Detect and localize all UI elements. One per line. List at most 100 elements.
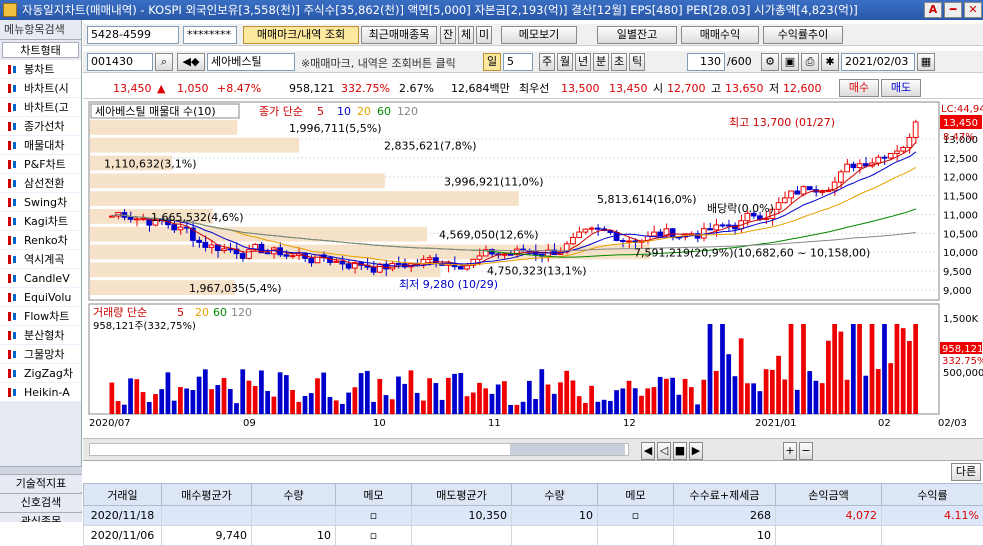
chart-scrollbar[interactable] bbox=[89, 443, 629, 456]
zoom-in-icon[interactable]: + bbox=[783, 442, 797, 460]
table-row[interactable]: 2020/11/069,74010▫10 bbox=[84, 526, 983, 546]
memo-icon[interactable]: ▫ bbox=[370, 509, 377, 522]
search-icon[interactable]: ⌕ bbox=[155, 53, 173, 71]
sidebar-item-6[interactable]: 삼선전환 bbox=[0, 174, 81, 193]
signal-search-tab[interactable]: 신호검색 bbox=[0, 493, 82, 511]
sidebar-scrollbar[interactable] bbox=[0, 466, 82, 474]
period-3[interactable]: 분 bbox=[593, 53, 609, 71]
candle-body bbox=[203, 242, 208, 247]
sidebar-item-2[interactable]: 바차트(고 bbox=[0, 98, 81, 117]
sidebar-item-12[interactable]: EquiVolu bbox=[0, 288, 81, 307]
speaker-icon[interactable]: ◀◆ bbox=[177, 53, 205, 71]
sidebar-item-0[interactable]: 봉차트 bbox=[0, 60, 81, 79]
memo-icon[interactable]: ▫ bbox=[632, 509, 639, 522]
best-bid: 13,450 bbox=[609, 81, 648, 96]
memo-view-button[interactable]: 메모보기 bbox=[501, 26, 577, 44]
sidebar-item-14[interactable]: 분산형차 bbox=[0, 326, 81, 345]
column-header[interactable]: 메모 bbox=[336, 484, 412, 506]
settings-icon[interactable]: ⚙ bbox=[761, 53, 779, 71]
volume-bar bbox=[483, 388, 488, 414]
period-1[interactable]: 월 bbox=[557, 53, 573, 71]
period-0[interactable]: 주 bbox=[539, 53, 555, 71]
sidebar-item-4[interactable]: 매물대차 bbox=[0, 136, 81, 155]
price-chart[interactable]: 13,00012,50012,00011,50011,00010,50010,0… bbox=[83, 100, 983, 438]
volume-bar bbox=[533, 399, 538, 414]
volume-bar bbox=[427, 378, 432, 414]
sell-button[interactable]: 매도 bbox=[881, 79, 921, 97]
candle-body bbox=[627, 241, 632, 242]
column-header[interactable]: 매도평균가 bbox=[412, 484, 512, 506]
period-4[interactable]: 초 bbox=[611, 53, 627, 71]
candle-body bbox=[346, 264, 351, 268]
column-header[interactable]: 수익률 bbox=[882, 484, 983, 506]
daily-balance-button[interactable]: 일별잔고 bbox=[597, 26, 677, 44]
candle-body bbox=[309, 258, 314, 262]
column-header[interactable]: 수량 bbox=[252, 484, 336, 506]
sidebar-item-10[interactable]: 역시계곡 bbox=[0, 250, 81, 269]
period-5[interactable]: 틱 bbox=[629, 53, 645, 71]
stock-code-input[interactable]: 001430 bbox=[87, 53, 153, 71]
period-2[interactable]: 년 bbox=[575, 53, 591, 71]
zoom-out-icon[interactable]: − bbox=[799, 442, 813, 460]
column-header[interactable]: 수량 bbox=[512, 484, 598, 506]
column-header[interactable]: 매수평균가 bbox=[162, 484, 252, 506]
display-count-input[interactable]: 130 bbox=[687, 53, 725, 71]
volume-bar bbox=[558, 382, 563, 414]
scroll-prev-icon[interactable]: ◁ bbox=[657, 442, 671, 460]
sidebar-item-16[interactable]: ZigZag차 bbox=[0, 364, 81, 383]
column-header[interactable]: 수수료+제세금 bbox=[674, 484, 776, 506]
sidebar-item-17[interactable]: Heikin-A bbox=[0, 383, 81, 402]
watchlist-tab[interactable]: 관심종목 bbox=[0, 512, 82, 522]
sidebar-item-9[interactable]: Renko차 bbox=[0, 231, 81, 250]
period-day[interactable]: 일 bbox=[483, 53, 501, 71]
sidebar-item-15[interactable]: 그물망차 bbox=[0, 345, 81, 364]
return-trend-button[interactable]: 수익률추이 bbox=[763, 26, 843, 44]
tools-icon[interactable]: ✱ bbox=[821, 53, 839, 71]
tab-trade-marks[interactable]: 매매마크/내역 조회 bbox=[243, 26, 359, 44]
memo-icon[interactable]: ▫ bbox=[370, 529, 377, 542]
sidebar-item-1[interactable]: 바차트(시 bbox=[0, 79, 81, 98]
volume-bar bbox=[789, 324, 794, 414]
save-icon[interactable]: ▣ bbox=[781, 53, 799, 71]
sidebar-item-3[interactable]: 종가선차 bbox=[0, 117, 81, 136]
tech-indicator-tab[interactable]: 기술적지표 bbox=[0, 474, 82, 492]
date-input[interactable]: 2021/02/03 bbox=[841, 53, 915, 71]
price-change-pct: +8.47% bbox=[217, 81, 261, 96]
column-header[interactable]: 거래일 bbox=[84, 484, 162, 506]
unfilled-button[interactable]: 미 bbox=[476, 26, 492, 44]
sidebar-item-5[interactable]: P&F차트 bbox=[0, 155, 81, 174]
balance-button[interactable]: 잔 bbox=[440, 26, 456, 44]
sidebar-item-13[interactable]: Flow차트 bbox=[0, 307, 81, 326]
scroll-stop-icon[interactable]: ■ bbox=[673, 442, 687, 460]
volume-profile-bar bbox=[90, 191, 519, 206]
account-select[interactable]: 5428-4599 bbox=[87, 26, 179, 44]
candle-chart-icon bbox=[7, 254, 19, 265]
period-count-select[interactable]: 5 bbox=[503, 53, 533, 71]
close-button[interactable]: ✕ bbox=[964, 2, 982, 18]
menu-search[interactable]: 메뉴항목검색 bbox=[0, 20, 81, 40]
scroll-next-icon[interactable]: ▶ bbox=[689, 442, 703, 460]
font-size-button[interactable]: A bbox=[924, 2, 942, 18]
trade-profit-button[interactable]: 매매수익 bbox=[681, 26, 759, 44]
print-icon[interactable]: ⎙ bbox=[801, 53, 819, 71]
sidebar-item-8[interactable]: Kagi차트 bbox=[0, 212, 81, 231]
minimize-button[interactable]: ━ bbox=[944, 2, 962, 18]
column-header[interactable]: 손익금액 bbox=[776, 484, 882, 506]
calendar-icon[interactable]: ▦ bbox=[917, 53, 935, 71]
volume-bar bbox=[197, 377, 202, 414]
sidebar-item-7[interactable]: Swing차 bbox=[0, 193, 81, 212]
password-field[interactable]: ******** bbox=[183, 26, 237, 44]
chart-type-header[interactable]: 차트형태 bbox=[2, 42, 79, 58]
table-row[interactable]: 2020/11/18▫10,35010▫2684,0724.11% bbox=[84, 506, 983, 526]
more-button[interactable]: 다른 bbox=[951, 463, 981, 481]
scroll-first-icon[interactable]: ◀ bbox=[641, 442, 655, 460]
filled-button[interactable]: 체 bbox=[458, 26, 474, 44]
volume-bar bbox=[745, 383, 750, 414]
volume-bar bbox=[814, 381, 819, 414]
sidebar-item-11[interactable]: CandleV bbox=[0, 269, 81, 288]
y-tick-label: 10,000 bbox=[943, 248, 978, 259]
tab-recent-trades[interactable]: 최근매매종목 bbox=[361, 26, 437, 44]
buy-button[interactable]: 매수 bbox=[839, 79, 879, 97]
column-header[interactable]: 메모 bbox=[598, 484, 674, 506]
candle-body bbox=[284, 255, 289, 256]
